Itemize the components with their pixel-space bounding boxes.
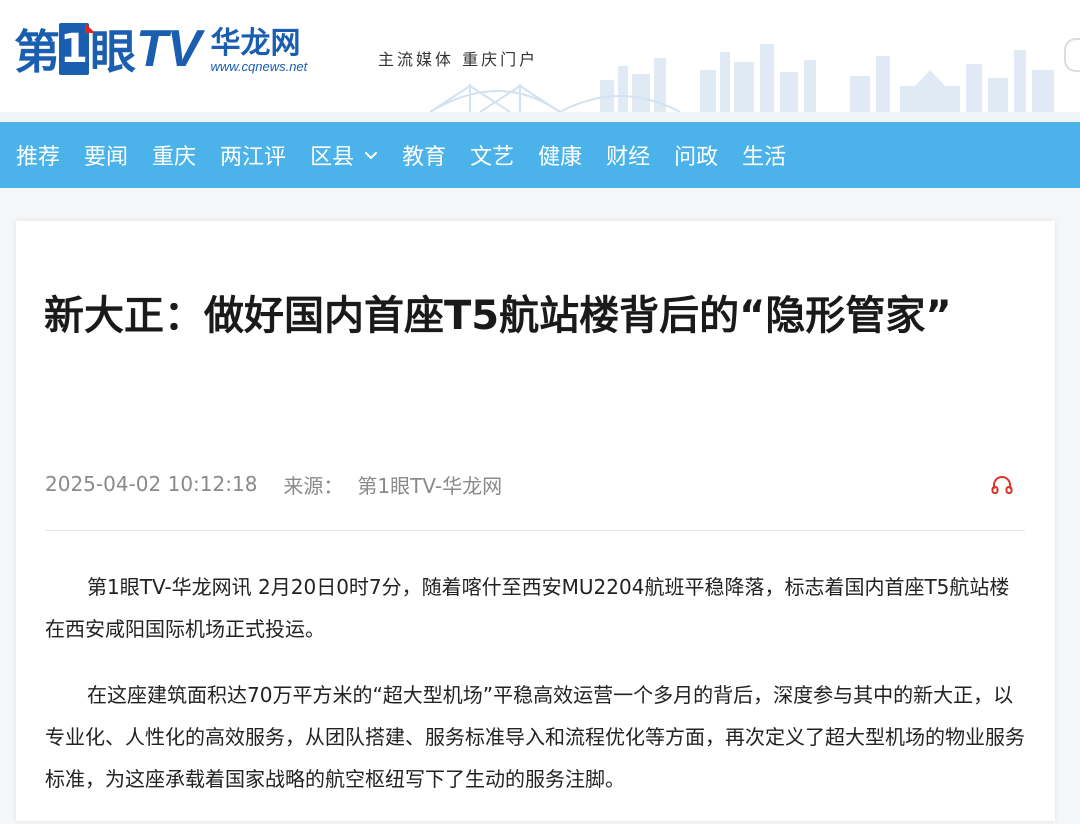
article-paragraph: 在这座建筑面积达70万平方米的“超大型机场”平稳高效运营一个多月的背后，深度参与… — [45, 683, 1025, 791]
nav-item-label: 问政 — [674, 145, 719, 170]
nav-item-label: 重庆 — [152, 145, 197, 170]
meta-divider — [45, 530, 1025, 531]
source-name: 第1眼TV-华龙网 — [357, 473, 503, 498]
nav-item-label: 健康 — [538, 145, 583, 170]
nav-item-label: 教育 — [402, 145, 447, 170]
nav-item-headlines[interactable]: 要闻 — [84, 122, 152, 188]
publish-date: 2025-04-02 10:12:18 — [45, 472, 258, 496]
article-title: 新大正：做好国内首座T5航站楼背后的“隐形管家” — [44, 293, 952, 339]
main-nav: 推荐 要闻 重庆 两江评 区县 教育 文艺 健康 财经 问政 生活 — [0, 122, 1080, 188]
nav-item-label: 区县 — [310, 145, 355, 170]
nav-item-education[interactable]: 教育 — [402, 122, 470, 188]
logo-hualong: 华龙网 www.cqnews.net — [210, 28, 307, 74]
logo-hualong-name: 华龙网 — [210, 26, 301, 61]
nav-item-label: 两江评 — [220, 145, 287, 170]
nav-item-label: 推荐 — [16, 145, 61, 170]
site-logo[interactable]: 第 1 眼 TV 华龙网 www.cqnews.net — [14, 14, 307, 84]
logo-text-di: 第 — [14, 25, 60, 79]
nav-item-label: 财经 — [606, 145, 651, 170]
chevron-down-icon — [365, 152, 378, 159]
nav-item-arts[interactable]: 文艺 — [470, 122, 538, 188]
article-body: 第1眼TV-华龙网讯 2月20日0时7分，随着喀什至西安MU2204航班平稳降落… — [45, 566, 1025, 824]
nav-item-label: 生活 — [742, 145, 787, 170]
nav-item-health[interactable]: 健康 — [538, 122, 606, 188]
nav-item-inquiry[interactable]: 问政 — [674, 122, 742, 188]
logo-text-one: 1 — [59, 23, 95, 75]
logo-hualong-url: www.cqnews.net — [210, 59, 308, 74]
logo-text-yan: 眼 — [90, 25, 136, 79]
site-header: 第 1 眼 TV 华龙网 www.cqnews.net 主流媒体 重庆门户 — [0, 0, 1080, 122]
headphones-icon[interactable] — [990, 473, 1014, 497]
nav-item-recommend[interactable]: 推荐 — [0, 122, 84, 188]
source-label: 来源： — [283, 473, 344, 498]
article-paragraph: 第1眼TV-华龙网讯 2月20日0时7分，随着喀什至西安MU2204航班平稳降落… — [45, 575, 1010, 641]
side-float-tab[interactable] — [1064, 38, 1080, 72]
nav-item-life[interactable]: 生活 — [742, 122, 810, 188]
nav-item-districts[interactable]: 区县 — [310, 122, 402, 188]
nav-item-liangjiang-review[interactable]: 两江评 — [220, 122, 310, 188]
nav-item-label: 要闻 — [84, 145, 129, 170]
site-slogan: 主流媒体 重庆门户 — [378, 50, 539, 69]
nav-item-label: 文艺 — [470, 145, 515, 170]
article-meta: 2025-04-02 10:12:18 来源： 第1眼TV-华龙网 — [45, 470, 1025, 498]
nav-item-chongqing[interactable]: 重庆 — [152, 122, 220, 188]
nav-item-finance[interactable]: 财经 — [606, 122, 674, 188]
article-card: 新大正：做好国内首座T5航站楼背后的“隐形管家” 2025-04-02 10:1… — [16, 221, 1055, 821]
logo-text-tv: TV — [136, 20, 201, 78]
